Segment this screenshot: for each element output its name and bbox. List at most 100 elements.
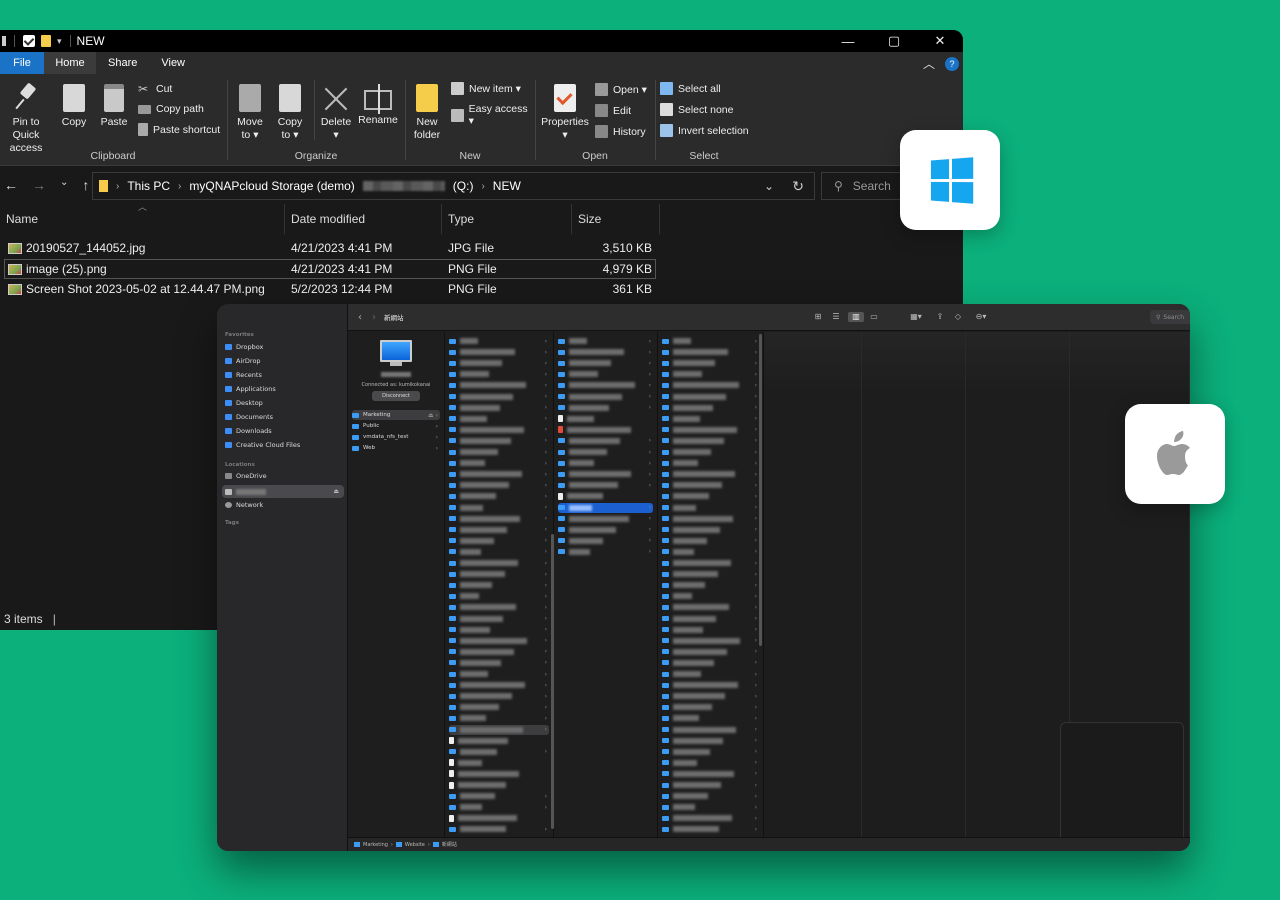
list-item[interactable]: › xyxy=(449,392,549,402)
up-arrow-icon[interactable]: ↑ xyxy=(82,177,89,193)
path-item[interactable]: 新網站 xyxy=(442,841,457,848)
list-item[interactable] xyxy=(449,769,549,779)
list-item[interactable]: › xyxy=(449,414,549,424)
sidebar-item-network[interactable]: Network xyxy=(225,501,263,509)
easy-access-button[interactable]: Easy access ▾ xyxy=(451,103,534,127)
edit-button[interactable]: Edit xyxy=(595,104,631,117)
list-item[interactable]: › xyxy=(662,602,759,612)
list-item[interactable]: › xyxy=(662,514,759,524)
list-item[interactable]: › xyxy=(449,713,549,723)
list-item[interactable]: › xyxy=(558,480,653,490)
list-item[interactable]: › xyxy=(449,425,549,435)
maximize-button[interactable]: ▢ xyxy=(871,30,917,52)
path-item[interactable]: Marketing xyxy=(363,842,388,848)
list-item[interactable]: › xyxy=(558,447,653,457)
breadcrumb-new[interactable]: NEW xyxy=(493,179,521,193)
list-item[interactable]: Public › xyxy=(352,421,440,431)
list-item[interactable]: › xyxy=(662,347,759,357)
finder-search-input[interactable]: ⚲ Search xyxy=(1150,310,1190,324)
list-item[interactable]: › xyxy=(449,602,549,612)
list-item[interactable]: › xyxy=(449,558,549,568)
list-item[interactable]: › xyxy=(449,658,549,668)
back-arrow-icon[interactable]: ← xyxy=(4,177,18,193)
more-actions-icon[interactable]: ⊖▾ xyxy=(970,312,992,322)
rename-button[interactable]: Rename xyxy=(356,84,400,127)
list-item[interactable]: › xyxy=(662,503,759,513)
list-item[interactable]: › xyxy=(662,824,759,834)
list-item[interactable]: › xyxy=(449,403,549,413)
list-item[interactable]: › xyxy=(558,336,653,346)
breadcrumb-this-pc[interactable]: This PC xyxy=(127,179,170,193)
table-row[interactable]: Screen Shot 2023-05-02 at 12.44.47 PM.pn… xyxy=(4,279,656,299)
list-item[interactable]: › xyxy=(662,791,759,801)
list-item[interactable]: › xyxy=(449,580,549,590)
list-item[interactable]: › xyxy=(662,591,759,601)
sidebar-item-creative-cloud[interactable]: Creative Cloud Files xyxy=(225,441,300,449)
list-item[interactable]: › xyxy=(662,758,759,768)
list-item[interactable]: › xyxy=(662,625,759,635)
list-item[interactable]: Web › xyxy=(352,443,440,453)
list-item[interactable]: › xyxy=(662,569,759,579)
table-row[interactable]: 20190527_144052.jpg 4/21/2023 4:41 PM JP… xyxy=(4,238,656,258)
list-item[interactable]: › xyxy=(662,736,759,746)
list-item[interactable]: › xyxy=(449,591,549,601)
breadcrumb-storage[interactable]: myQNAPcloud Storage (demo) xyxy=(189,179,354,193)
list-item[interactable]: › xyxy=(662,769,759,779)
list-item[interactable]: › xyxy=(662,680,759,690)
list-item[interactable]: › xyxy=(558,458,653,468)
column-date-modified[interactable]: Date modified xyxy=(285,204,442,234)
sidebar-item-recents[interactable]: Recents xyxy=(225,371,262,379)
list-item[interactable]: › xyxy=(558,436,653,446)
list-item[interactable]: › xyxy=(662,414,759,424)
list-item[interactable]: › xyxy=(558,502,653,513)
disconnect-button[interactable]: Disconnect xyxy=(372,391,420,401)
list-item[interactable]: › xyxy=(449,536,549,546)
list-item[interactable]: › xyxy=(449,380,549,390)
sidebar-item-dropbox[interactable]: Dropbox xyxy=(225,343,263,351)
list-item[interactable]: › xyxy=(449,458,549,468)
list-item[interactable]: › xyxy=(558,514,653,524)
list-item[interactable]: › xyxy=(558,547,653,557)
scrollbar[interactable] xyxy=(759,334,762,646)
list-item[interactable]: › xyxy=(662,491,759,501)
list-item[interactable]: Marketing ⏏ › xyxy=(352,410,440,420)
move-to-button[interactable]: Move to ▾ xyxy=(232,84,268,142)
list-item[interactable]: › xyxy=(449,491,549,501)
list-item[interactable]: › xyxy=(558,403,653,413)
sidebar-item-server[interactable]: ⏏ xyxy=(222,485,344,498)
list-item[interactable]: › xyxy=(558,358,653,368)
customize-quick-access-icon[interactable]: ▾ xyxy=(57,36,62,47)
paste-shortcut-button[interactable]: Paste shortcut xyxy=(138,123,220,136)
list-item[interactable]: › xyxy=(449,802,549,812)
list-item[interactable]: › xyxy=(662,369,759,379)
list-item[interactable]: › xyxy=(662,780,759,790)
list-item[interactable]: › xyxy=(449,503,549,513)
list-item[interactable]: › xyxy=(449,791,549,801)
share-icon[interactable]: ⇪ xyxy=(934,312,946,322)
paste-button[interactable]: Paste xyxy=(98,84,130,129)
column-view-icon[interactable]: ▥ xyxy=(848,312,864,322)
list-item[interactable]: › xyxy=(662,580,759,590)
properties-button[interactable]: Properties ▾ xyxy=(540,84,590,142)
list-item[interactable]: › xyxy=(449,625,549,635)
list-item[interactable]: › xyxy=(558,369,653,379)
list-item[interactable]: › xyxy=(662,636,759,646)
list-view-icon[interactable]: ☰ xyxy=(830,312,842,322)
new-folder-button[interactable]: New folder xyxy=(410,84,444,142)
list-item[interactable]: › xyxy=(662,558,759,568)
invert-selection-button[interactable]: Invert selection xyxy=(660,124,749,137)
list-item[interactable]: › xyxy=(662,725,759,735)
list-item[interactable]: › xyxy=(662,658,759,668)
list-item[interactable] xyxy=(449,736,549,746)
recent-locations-icon[interactable]: ⌄ xyxy=(60,177,68,193)
list-item[interactable]: › xyxy=(449,691,549,701)
list-item[interactable]: › xyxy=(449,747,549,757)
list-item[interactable] xyxy=(449,780,549,790)
new-folder-quick-icon[interactable] xyxy=(41,35,51,47)
list-item[interactable]: › xyxy=(449,569,549,579)
list-item[interactable]: › xyxy=(449,824,549,834)
delete-button[interactable]: Delete ▾ xyxy=(318,84,354,142)
sidebar-item-onedrive[interactable]: OneDrive xyxy=(225,472,267,480)
list-item[interactable]: › xyxy=(558,525,653,535)
list-item[interactable]: vmdata_nfs_test › xyxy=(352,432,440,442)
